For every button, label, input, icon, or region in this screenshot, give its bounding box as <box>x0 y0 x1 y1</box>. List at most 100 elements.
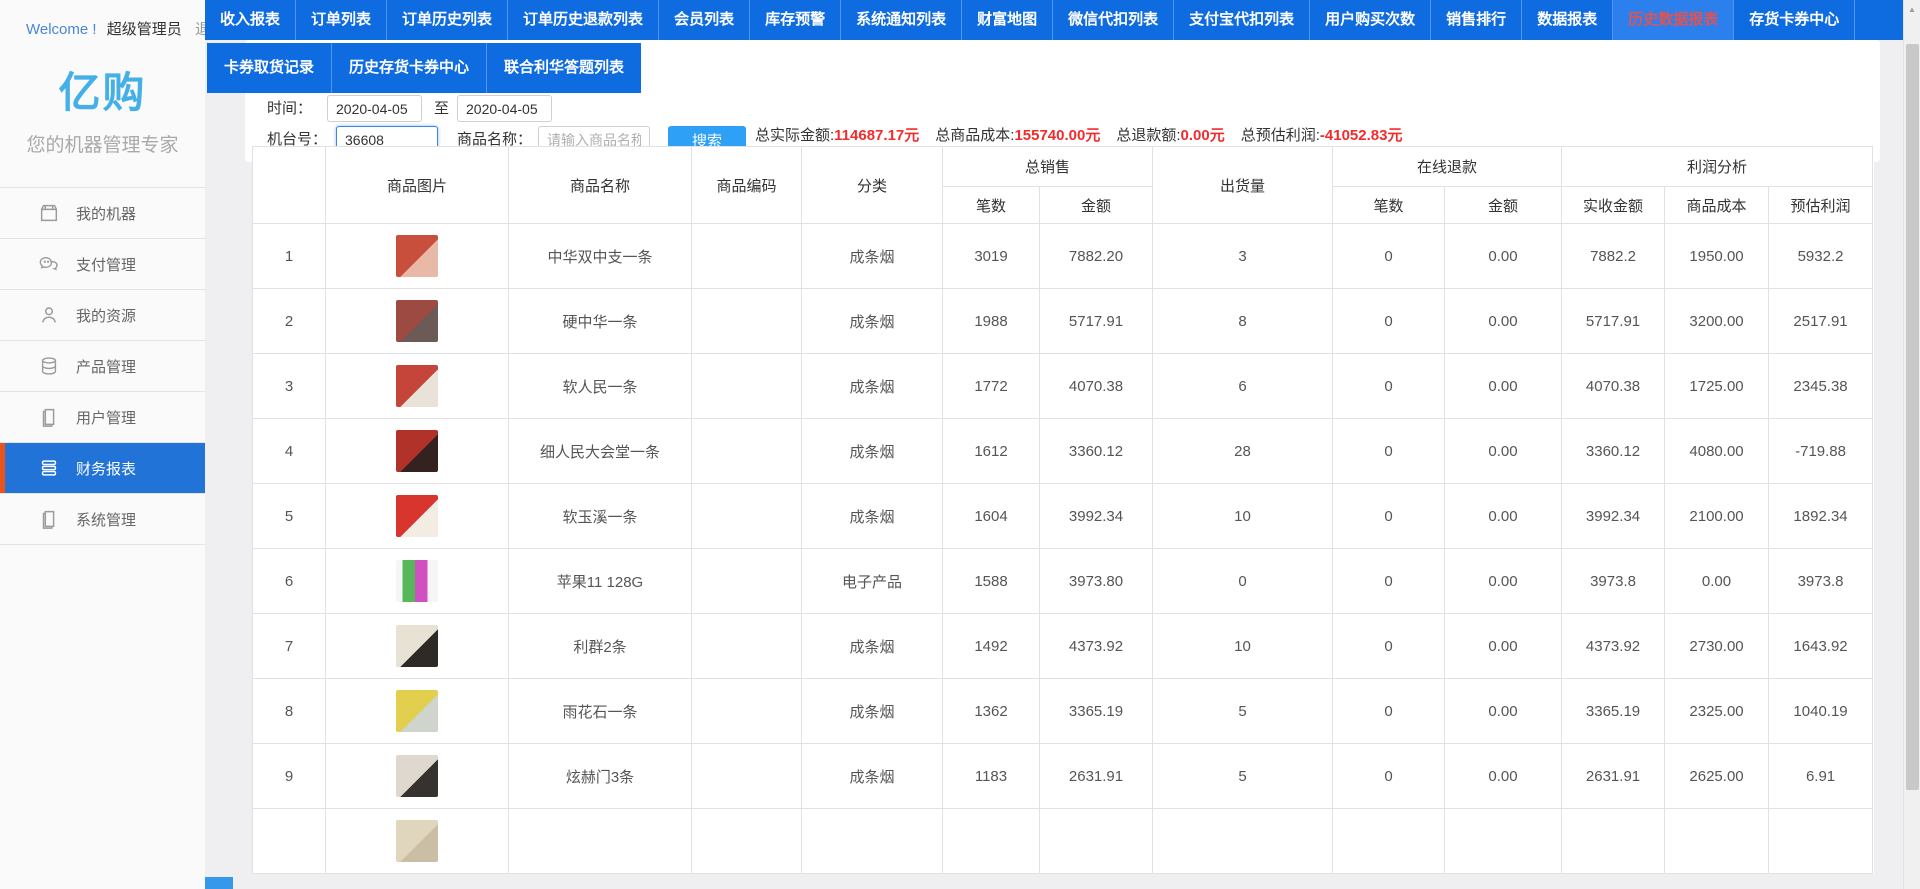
cell-empty <box>1153 809 1333 874</box>
cell-product-cost: 2625.00 <box>1665 744 1769 809</box>
group-header-total-sales: 总销售 <box>943 147 1153 187</box>
cell-sales-count: 1612 <box>943 419 1040 484</box>
secondary-nav-tabs: 卡券取货记录历史存货卡券中心联合利华答题列表 <box>207 43 641 93</box>
cell-shipment: 10 <box>1153 614 1333 679</box>
cell-shipment: 6 <box>1153 354 1333 419</box>
nav-tab-用户购买次数[interactable]: 用户购买次数 <box>1310 0 1431 40</box>
cell-refund-count: 0 <box>1333 289 1445 354</box>
cell-received-amount: 3973.8 <box>1562 549 1665 614</box>
cell-product-image <box>326 289 509 354</box>
cell-refund-amount: 0.00 <box>1445 419 1562 484</box>
cell-empty <box>1769 809 1873 874</box>
payment-icon <box>38 253 60 275</box>
date-to-input[interactable] <box>457 95 552 122</box>
nav-tab-存货卡券中心[interactable]: 存货卡券中心 <box>1734 0 1855 40</box>
report-table: 商品图片商品名称商品编码分类总销售出货量在线退款利润分析笔数金额笔数金额实收金额… <box>252 146 1873 874</box>
cell-product-code <box>692 224 802 289</box>
product-image <box>396 495 438 537</box>
nav-tab-数据报表[interactable]: 数据报表 <box>1522 0 1613 40</box>
nav-tab-订单历史退款列表[interactable]: 订单历史退款列表 <box>508 0 659 40</box>
cell-index: 8 <box>253 679 326 744</box>
sidebar-item-我的机器[interactable]: 我的机器 <box>0 188 205 239</box>
cell-estimated-profit: 1643.92 <box>1769 614 1873 679</box>
sidebar-item-label: 产品管理 <box>76 356 136 377</box>
sidebar-item-我的资源[interactable]: 我的资源 <box>0 290 205 341</box>
col-header-product-name: 商品名称 <box>509 147 692 224</box>
sidebar-item-label: 系统管理 <box>76 509 136 530</box>
table-row: 6苹果11 128G电子产品15883973.80000.003973.80.0… <box>253 549 1873 614</box>
cell-empty <box>1445 809 1562 874</box>
cell-index: 3 <box>253 354 326 419</box>
sub-nav-tab-联合利华答题列表[interactable]: 联合利华答题列表 <box>487 43 641 93</box>
sidebar-item-支付管理[interactable]: 支付管理 <box>0 239 205 290</box>
sub-nav-tab-卡券取货记录[interactable]: 卡券取货记录 <box>207 43 332 93</box>
col-header-received-amount: 实收金额 <box>1562 187 1665 224</box>
summary-item: 总实际金额:114687.17元 <box>755 127 919 144</box>
cell-product-name: 软人民一条 <box>509 354 692 419</box>
cell-category: 成条烟 <box>802 744 943 809</box>
cell-product-cost: 2325.00 <box>1665 679 1769 744</box>
cell-product-name: 雨花石一条 <box>509 679 692 744</box>
nav-tab-历史数据报表[interactable]: 历史数据报表 <box>1613 0 1734 40</box>
cell-refund-count: 0 <box>1333 484 1445 549</box>
nav-tab-收入报表[interactable]: 收入报表 <box>205 0 296 40</box>
nav-tab-订单历史列表[interactable]: 订单历史列表 <box>387 0 508 40</box>
cell-estimated-profit: 6.91 <box>1769 744 1873 809</box>
col-header-sales-amount: 金额 <box>1040 187 1153 224</box>
cell-shipment: 28 <box>1153 419 1333 484</box>
col-header-product-image: 商品图片 <box>326 147 509 224</box>
cell-category: 成条烟 <box>802 224 943 289</box>
cell-sales-amount: 3365.19 <box>1040 679 1153 744</box>
cell-index: 6 <box>253 549 326 614</box>
nav-tab-库存预警[interactable]: 库存预警 <box>750 0 841 40</box>
group-header-online-refund: 在线退款 <box>1333 147 1562 187</box>
cell-shipment: 5 <box>1153 679 1333 744</box>
cell-refund-count: 0 <box>1333 419 1445 484</box>
table-row: 1中华双中支一条成条烟30197882.20300.007882.21950.0… <box>253 224 1873 289</box>
sidebar-item-label: 我的机器 <box>76 203 136 224</box>
cell-sales-count: 1588 <box>943 549 1040 614</box>
nav-tab-销售排行[interactable]: 销售排行 <box>1431 0 1522 40</box>
cell-product-name: 利群2条 <box>509 614 692 679</box>
date-from-input[interactable] <box>327 95 422 122</box>
cell-sales-count: 1183 <box>943 744 1040 809</box>
welcome-row: Welcome ! 超级管理员 退出 <box>0 0 205 39</box>
table-row: 8雨花石一条成条烟13623365.19500.003365.192325.00… <box>253 679 1873 744</box>
cell-product-cost: 3200.00 <box>1665 289 1769 354</box>
sidebar-item-财务报表[interactable]: 财务报表 <box>0 443 205 494</box>
cell-product-image <box>326 614 509 679</box>
sidebar-item-系统管理[interactable]: 系统管理 <box>0 494 205 545</box>
cell-index <box>253 809 326 874</box>
cell-category: 成条烟 <box>802 354 943 419</box>
scrollbar-up-arrow-icon[interactable]: ▲ <box>1908 5 1916 14</box>
sub-nav-tab-历史存货卡券中心[interactable]: 历史存货卡券中心 <box>332 43 487 93</box>
sidebar-item-产品管理[interactable]: 产品管理 <box>0 341 205 392</box>
nav-tab-财富地图[interactable]: 财富地图 <box>962 0 1053 40</box>
welcome-text: Welcome ! <box>26 21 97 38</box>
nav-tab-支付宝代扣列表[interactable]: 支付宝代扣列表 <box>1174 0 1310 40</box>
col-header-estimated-profit: 预估利润 <box>1769 187 1873 224</box>
nav-tab-会员列表[interactable]: 会员列表 <box>659 0 750 40</box>
cell-refund-amount: 0.00 <box>1445 549 1562 614</box>
cell-product-cost: 1725.00 <box>1665 354 1769 419</box>
vertical-scrollbar[interactable]: ▲ <box>1903 0 1920 889</box>
nav-tab-系统通知列表[interactable]: 系统通知列表 <box>841 0 962 40</box>
cell-received-amount: 3992.34 <box>1562 484 1665 549</box>
cell-product-name: 细人民大会堂一条 <box>509 419 692 484</box>
col-header-sales-count: 笔数 <box>943 187 1040 224</box>
nav-tab-微信代扣列表[interactable]: 微信代扣列表 <box>1053 0 1174 40</box>
cell-refund-amount: 0.00 <box>1445 614 1562 679</box>
cell-empty <box>943 809 1040 874</box>
cell-product-name: 软玉溪一条 <box>509 484 692 549</box>
sidebar-item-用户管理[interactable]: 用户管理 <box>0 392 205 443</box>
cell-received-amount: 7882.2 <box>1562 224 1665 289</box>
cell-index: 1 <box>253 224 326 289</box>
vertical-scrollbar-thumb[interactable] <box>1906 44 1919 790</box>
nav-tab-订单列表[interactable]: 订单列表 <box>296 0 387 40</box>
summary-label: 总商品成本: <box>935 127 1014 144</box>
product-image <box>396 560 438 602</box>
horizontal-scrollbar-thumb[interactable] <box>205 877 233 889</box>
cell-estimated-profit: 2345.38 <box>1769 354 1873 419</box>
col-header-index <box>253 147 326 224</box>
cell-product-image <box>326 224 509 289</box>
